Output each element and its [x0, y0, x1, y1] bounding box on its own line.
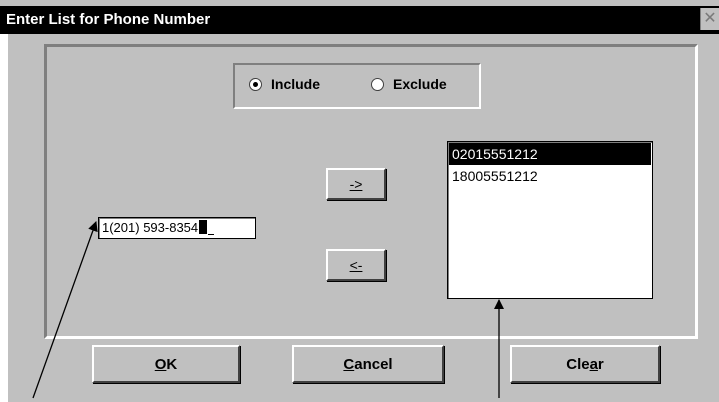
phone-number-input[interactable]: 1(201) 593-8354: [98, 217, 256, 239]
text-cursor: [199, 220, 208, 234]
cancel-button[interactable]: Cancel: [292, 345, 444, 383]
dialog-body: Include Exclude 1(201) 593-8354 -> <- 02…: [8, 34, 719, 402]
clear-label-start: Cle: [566, 355, 590, 373]
close-icon[interactable]: ✕: [700, 8, 719, 30]
clear-label-end: r: [597, 355, 604, 373]
window-title: Enter List for Phone Number: [6, 11, 211, 28]
list-item[interactable]: 02015551212: [449, 143, 651, 165]
ok-button[interactable]: OK: [92, 345, 240, 383]
list-item[interactable]: 18005551212: [449, 165, 651, 187]
include-label: Include: [271, 76, 321, 92]
clear-button[interactable]: Cle a r: [510, 345, 660, 383]
include-radio[interactable]: Include: [249, 76, 320, 92]
ok-label-rest: K: [166, 355, 178, 373]
clear-mnemonic: a: [589, 355, 598, 373]
title-bar: Enter List for Phone Number ✕: [0, 6, 719, 34]
include-radio-circle[interactable]: [249, 77, 262, 91]
add-to-list-button[interactable]: ->: [326, 168, 386, 200]
ok-mnemonic: O: [154, 355, 167, 373]
phone-number-value: 1(201) 593-8354: [102, 220, 199, 235]
inner-panel: Include Exclude 1(201) 593-8354 -> <- 02…: [44, 44, 698, 339]
remove-arrow-label: <-: [349, 257, 363, 273]
phone-number-list[interactable]: 02015551212 18005551212: [447, 141, 653, 299]
add-arrow-label: ->: [349, 176, 363, 192]
cancel-mnemonic: C: [343, 355, 355, 373]
remove-from-list-button[interactable]: <-: [326, 249, 386, 281]
exclude-label: Exclude: [393, 76, 447, 92]
cancel-label-rest: ancel: [354, 355, 393, 373]
exclude-radio[interactable]: Exclude: [371, 76, 447, 92]
cursor-underline: [208, 234, 215, 235]
exclude-radio-circle[interactable]: [371, 77, 384, 91]
mode-radio-group: Include Exclude: [233, 63, 481, 109]
